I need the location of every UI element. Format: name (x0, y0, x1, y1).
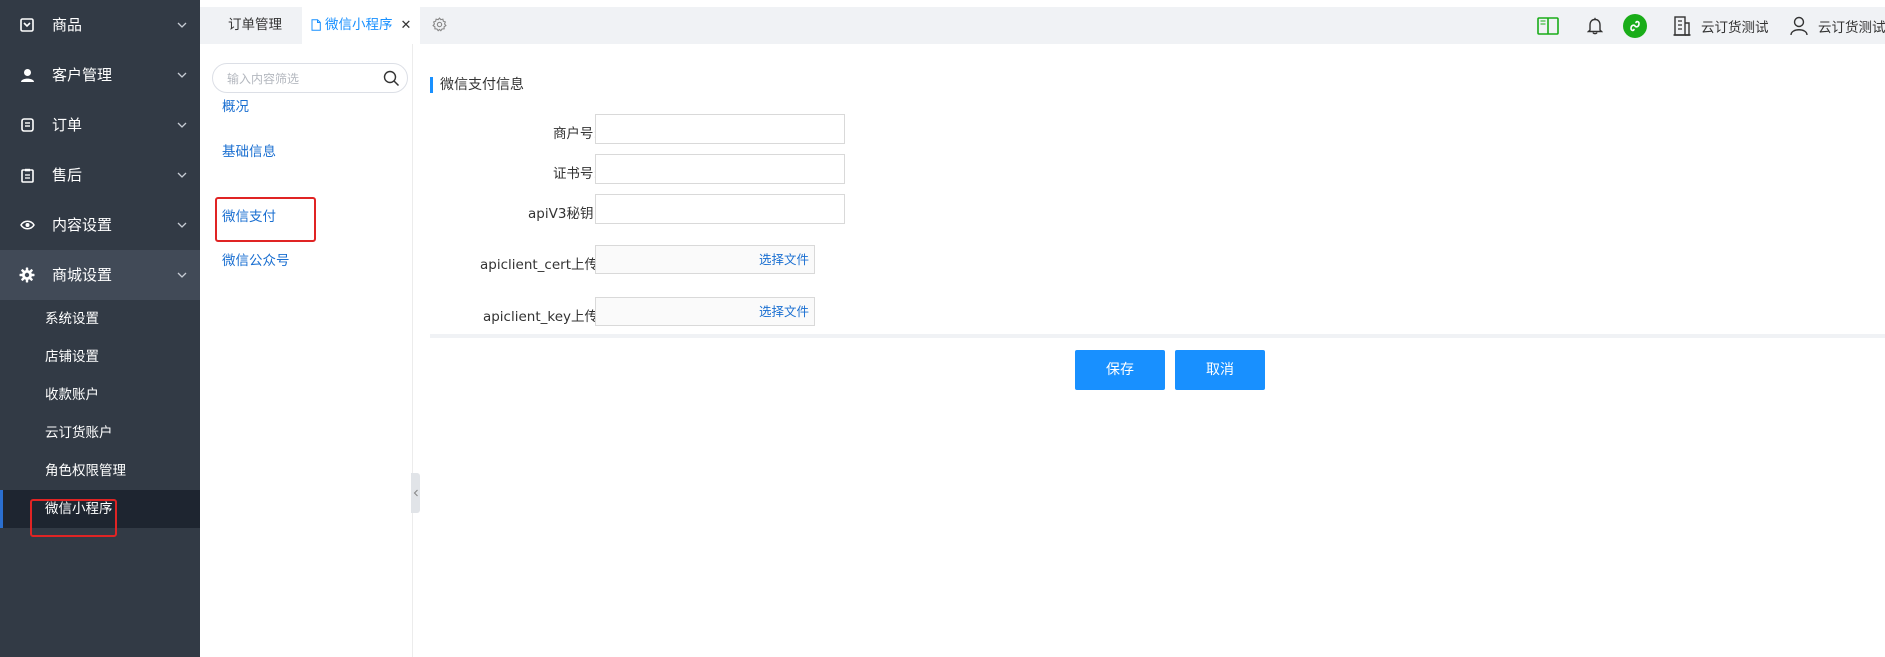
company-switcher[interactable]: 云订货测试 (1673, 7, 1769, 44)
menu-group-order[interactable]: 订单 (0, 100, 200, 150)
menu-group-label: 售后 (52, 166, 83, 184)
cert-upload-label: apiclient_cert上传 (480, 257, 598, 273)
company-name: 云订货测试 (1701, 19, 1769, 36)
sidebar-item-wechat-miniapp[interactable]: 微信小程序 (0, 490, 200, 528)
sidebar: 商品 客户管理 订单 售后 内容设置 商城设置 系统设置 店铺设置 收款账户 云… (0, 0, 200, 657)
close-icon[interactable]: ✕ (401, 18, 412, 33)
chevron-down-icon (177, 122, 187, 128)
merchant-id-label: 商户号: (552, 126, 598, 142)
apiv3-key-input[interactable] (595, 194, 845, 224)
cert-upload-field[interactable]: 选择文件 (595, 245, 815, 274)
miniapp-icon (1623, 13, 1647, 38)
save-button[interactable]: 保存 (1075, 350, 1165, 390)
section-title: 微信支付信息 (430, 77, 524, 93)
menu-group-label: 商品 (52, 16, 83, 34)
apiv3-key-label: apiV3秘钥: (528, 206, 598, 222)
subnav-item-basic-info[interactable]: 基础信息 (222, 140, 276, 160)
menu-group-label: 内容设置 (52, 216, 113, 234)
subnav-item-wechat-official-account[interactable]: 微信公众号 (222, 249, 290, 269)
user-icon (1790, 16, 1808, 35)
chevron-down-icon (177, 72, 187, 78)
product-icon (19, 17, 35, 33)
key-choose-file-button[interactable]: 选择文件 (759, 298, 809, 325)
key-upload-label: apiclient_key上传 (482, 309, 598, 325)
sidebar-item-cloud-order-account[interactable]: 云订货账户 (0, 414, 200, 452)
subnav-item-wechat-pay[interactable]: 微信支付 (222, 205, 276, 225)
sidebar-item-role-permissions[interactable]: 角色权限管理 (0, 452, 200, 490)
user-menu[interactable]: 云订货测试 (1790, 7, 1885, 44)
cert-number-input[interactable] (595, 154, 845, 184)
eye-icon (19, 217, 35, 233)
guide-book-button[interactable] (1537, 7, 1559, 44)
search-box (212, 63, 408, 93)
book-icon (1537, 16, 1559, 35)
bell-icon (1587, 17, 1603, 34)
tab-wechat-miniapp[interactable]: 微信小程序 ✕ (302, 7, 421, 44)
gear-icon (432, 17, 447, 32)
menu-group-label: 商城设置 (52, 266, 113, 284)
document-icon (311, 19, 321, 31)
collapse-handle[interactable] (411, 473, 420, 513)
sidebar-item-payment-account[interactable]: 收款账户 (0, 376, 200, 414)
order-icon (19, 117, 35, 133)
menu-group-customer[interactable]: 客户管理 (0, 50, 200, 100)
sidebar-item-store-settings[interactable]: 店铺设置 (0, 338, 200, 376)
key-upload-field[interactable]: 选择文件 (595, 297, 815, 326)
tab-settings-button[interactable] (432, 17, 447, 34)
search-icon[interactable] (383, 70, 400, 87)
cert-number-label: 证书号: (552, 166, 598, 182)
menu-group-product[interactable]: 商品 (0, 0, 200, 50)
subnav-item-overview[interactable]: 概况 (222, 95, 249, 115)
chevron-down-icon (177, 272, 187, 278)
sidebar-item-system-settings[interactable]: 系统设置 (0, 300, 200, 338)
tab-label: 微信小程序 (325, 17, 393, 33)
menu-group-after-sales[interactable]: 售后 (0, 150, 200, 200)
after-sales-icon (19, 167, 35, 183)
chevron-down-icon (177, 22, 187, 28)
chevron-down-icon (177, 172, 187, 178)
search-input[interactable] (225, 68, 379, 90)
menu-group-label: 客户管理 (52, 66, 113, 84)
chevron-down-icon (177, 222, 187, 228)
tab-order-management[interactable]: 订单管理 (228, 7, 282, 44)
menu-group-label: 订单 (52, 116, 83, 134)
tab-label: 订单管理 (228, 17, 282, 33)
form-divider (430, 334, 1885, 338)
chevron-left-icon (413, 489, 418, 497)
cert-choose-file-button[interactable]: 选择文件 (759, 246, 809, 273)
tab-bar: 订单管理 微信小程序 ✕ 云订货测试 云订货测试 (200, 7, 1885, 44)
cancel-button[interactable]: 取消 (1175, 350, 1265, 390)
user-icon (19, 67, 35, 83)
menu-group-content[interactable]: 内容设置 (0, 200, 200, 250)
user-name: 云订货测试 (1818, 19, 1885, 36)
menu-group-mall-settings[interactable]: 商城设置 (0, 250, 200, 300)
building-icon (1673, 15, 1691, 36)
miniapp-link-button[interactable] (1623, 7, 1647, 44)
main-content: 微信支付信息 商户号: 证书号: apiV3秘钥: apiclient_cert… (420, 44, 1885, 657)
gear-icon (19, 267, 35, 283)
merchant-id-input[interactable] (595, 114, 845, 144)
settings-subnav: 概况 基础信息 微信支付 微信公众号 (200, 44, 413, 657)
notification-button[interactable] (1587, 7, 1603, 44)
